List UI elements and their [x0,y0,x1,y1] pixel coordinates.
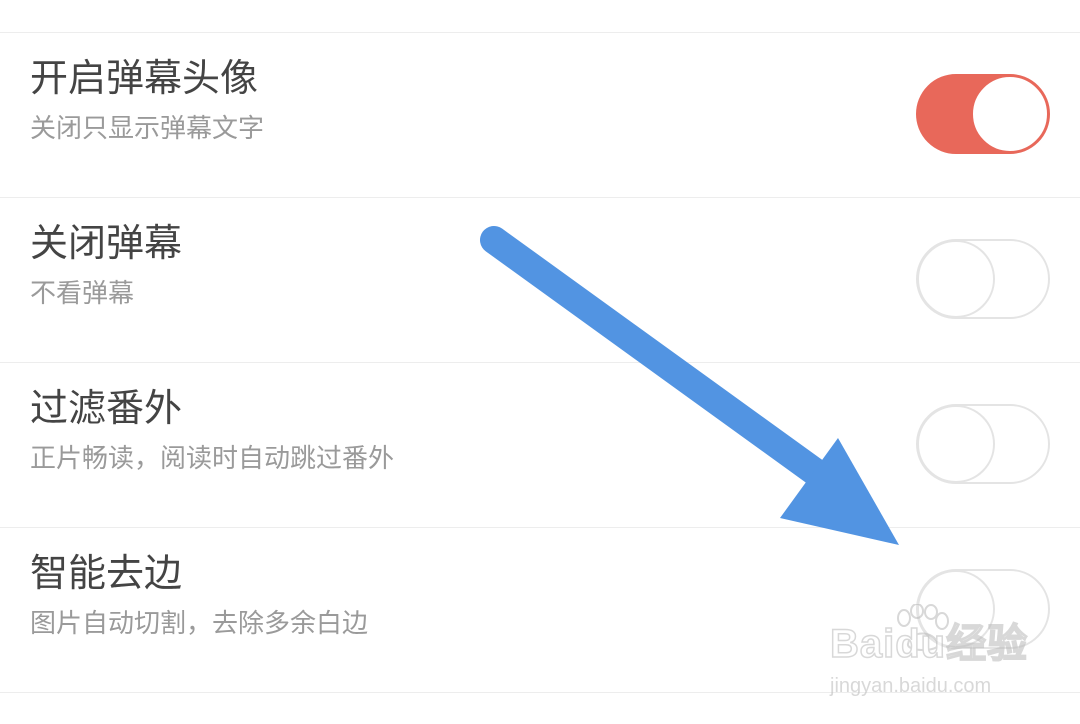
setting-title: 关闭弹幕 [30,221,183,265]
baidu-jingyan-watermark: Baidu经验 jingyan.baidu.com [829,604,1070,704]
setting-title: 开启弹幕头像 [30,56,259,100]
toggle-knob [917,240,995,318]
watermark-brand: Baidu经验 [829,621,1029,667]
setting-row-close-danmaku: 关闭弹幕 不看弹幕 [0,198,1080,362]
close-danmaku-toggle[interactable] [916,239,1050,319]
setting-row-danmaku-avatar: 开启弹幕头像 关闭只显示弹幕文字 [0,33,1080,197]
filter-extras-toggle[interactable] [916,404,1050,484]
toggle-knob [971,75,1049,153]
setting-title: 智能去边 [30,551,183,595]
setting-title: 过滤番外 [30,386,183,430]
setting-subtitle: 正片畅读，阅读时自动跳过番外 [30,444,395,474]
setting-subtitle: 关闭只显示弹幕文字 [30,114,265,144]
danmaku-avatar-toggle[interactable] [916,74,1050,154]
setting-row-filter-extras: 过滤番外 正片畅读，阅读时自动跳过番外 [0,363,1080,527]
setting-subtitle: 不看弹幕 [30,279,135,309]
toggle-knob [917,405,995,483]
setting-subtitle: 图片自动切割，去除多余白边 [30,609,369,639]
watermark-url: jingyan.baidu.com [830,675,992,697]
